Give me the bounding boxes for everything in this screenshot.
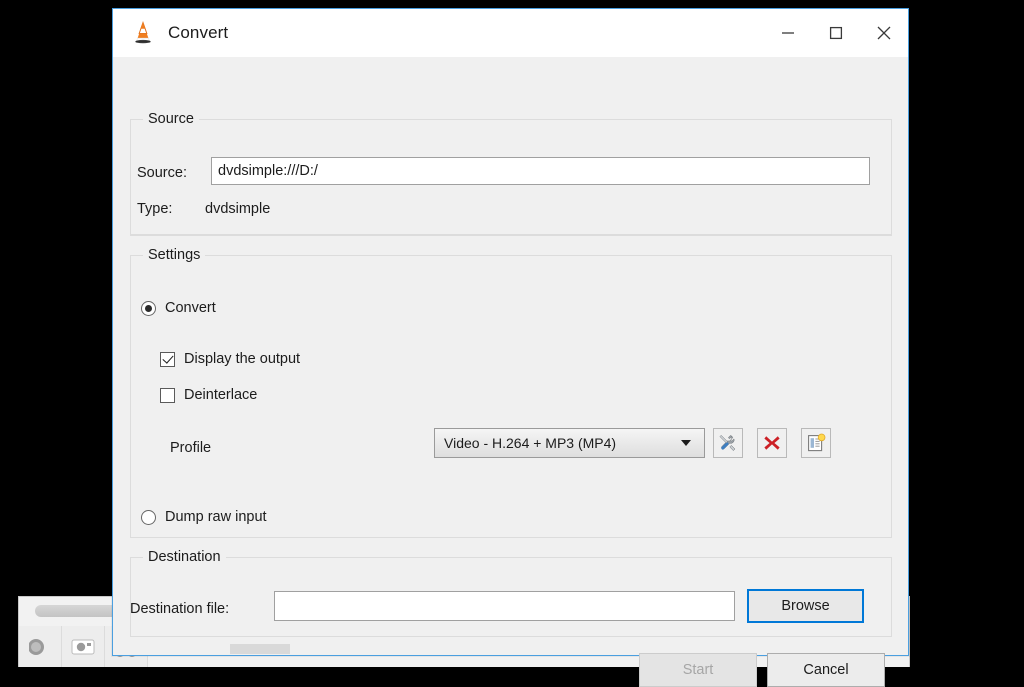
maximize-button[interactable] — [812, 9, 860, 57]
radio-convert[interactable]: Convert — [141, 300, 216, 316]
source-input[interactable] — [211, 157, 870, 185]
profile-select[interactable]: Video - H.264 + MP3 (MP4) — [434, 428, 705, 458]
source-group-title: Source — [143, 111, 199, 127]
cancel-button[interactable]: Cancel — [767, 653, 885, 687]
checkbox-display-output-label: Display the output — [184, 351, 301, 367]
dialog-bottom-edge — [230, 644, 290, 654]
type-label: Type: — [137, 201, 173, 217]
maximize-icon — [829, 26, 843, 40]
checkbox-deinterlace-label: Deinterlace — [184, 387, 258, 403]
delete-profile-button[interactable] — [757, 428, 787, 458]
vlc-cone-icon — [135, 20, 151, 44]
source-separator — [131, 234, 891, 235]
close-icon — [877, 26, 891, 40]
profile-select-value: Video - H.264 + MP3 (MP4) — [444, 435, 617, 451]
radio-convert-label: Convert — [165, 300, 216, 316]
checkbox-deinterlace[interactable]: Deinterlace — [160, 387, 257, 403]
destination-file-label: Destination file: — [130, 601, 230, 617]
profile-label: Profile — [170, 440, 212, 456]
red-x-icon — [764, 436, 780, 450]
record-icon[interactable] — [19, 626, 62, 667]
chevron-down-icon — [681, 440, 691, 446]
minimize-button[interactable] — [764, 9, 812, 57]
radio-dump-raw-input-label: Dump raw input — [165, 509, 267, 525]
snapshot-icon[interactable] — [62, 626, 105, 667]
radio-mark-icon — [141, 300, 156, 316]
new-profile-button[interactable] — [801, 428, 831, 458]
settings-group-title: Settings — [143, 247, 206, 263]
tools-icon — [719, 434, 736, 451]
close-button[interactable] — [860, 9, 908, 57]
source-label: Source: — [137, 165, 187, 181]
convert-dialog: Convert Source Source: dvdsimple:///D:/ … — [112, 8, 909, 687]
type-value: dvdsimple — [205, 201, 271, 217]
new-profile-icon — [808, 433, 826, 452]
browse-button[interactable]: Browse — [747, 589, 864, 623]
radio-empty-icon — [141, 509, 156, 525]
minimize-icon — [782, 32, 794, 34]
dialog-body: Source Source: Type: dvdsimple Settings … — [113, 57, 908, 687]
checkbox-empty-icon — [160, 387, 175, 403]
window-controls — [764, 9, 908, 57]
destination-group-title: Destination — [143, 549, 226, 565]
checkbox-display-output[interactable]: Display the output — [160, 351, 300, 367]
page-title: Convert — [168, 23, 229, 42]
edit-profile-button[interactable] — [713, 428, 743, 458]
checkmark-icon — [160, 351, 175, 367]
radio-dump-raw-input[interactable]: Dump raw input — [141, 509, 267, 525]
title-bar[interactable]: Convert — [113, 9, 908, 57]
destination-file-input[interactable] — [274, 591, 735, 621]
start-button[interactable]: Start — [639, 653, 757, 687]
